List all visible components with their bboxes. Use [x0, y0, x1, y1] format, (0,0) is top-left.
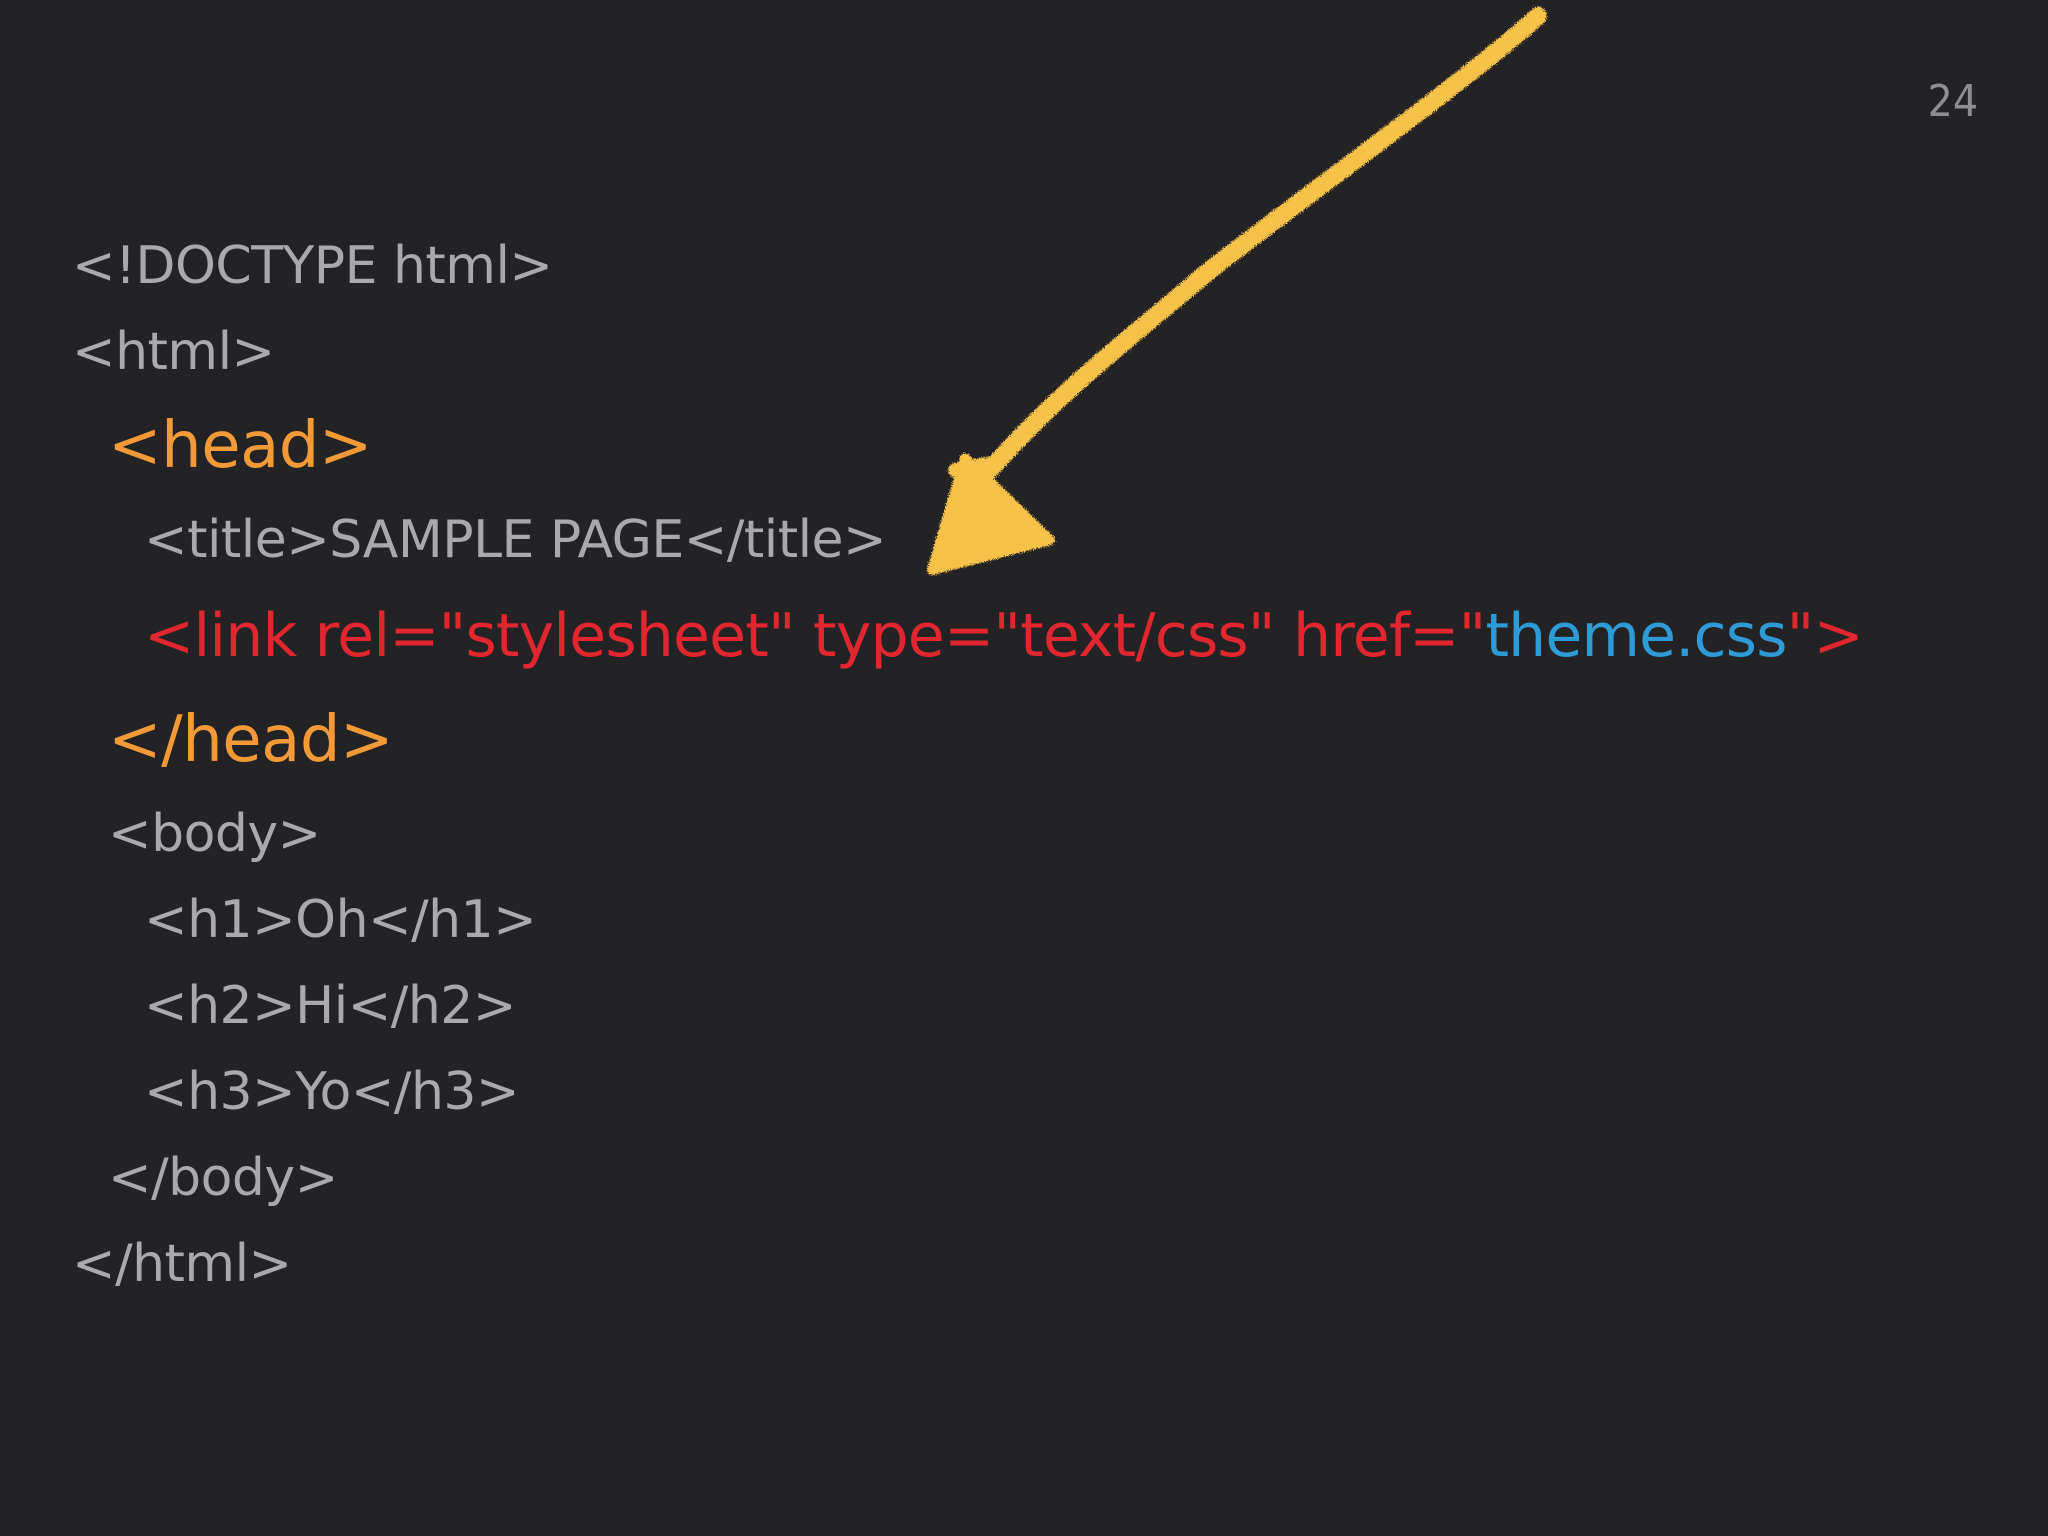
link-tag-prefix: <link rel="stylesheet" type="text/css" h…: [144, 601, 1486, 671]
code-line-link: <link rel="stylesheet" type="text/css" h…: [144, 606, 1864, 666]
link-tag-suffix: ">: [1786, 601, 1864, 671]
code-line-html-close: </html>: [72, 1234, 292, 1294]
code-line-h3: <h3>Yo</h3>: [144, 1062, 520, 1122]
code-line-doctype: <!DOCTYPE html>: [72, 236, 553, 296]
code-line-h2: <h2>Hi</h2>: [144, 976, 516, 1036]
code-line-html-open: <html>: [72, 322, 275, 382]
code-line-title: <title>SAMPLE PAGE</title>: [144, 510, 887, 570]
link-href-value: theme.css: [1485, 601, 1787, 671]
code-line-body-open: <body>: [108, 804, 321, 864]
code-line-body-close: </body>: [108, 1148, 338, 1208]
code-line-head-close: </head>: [108, 703, 394, 777]
slide: 24 <!DOCTYPE html> <html> <head> <title>…: [0, 0, 2048, 1536]
page-number: 24: [1927, 76, 1978, 127]
code-line-head-open: <head>: [108, 409, 373, 483]
code-line-h1: <h1>Oh</h1>: [144, 890, 537, 950]
